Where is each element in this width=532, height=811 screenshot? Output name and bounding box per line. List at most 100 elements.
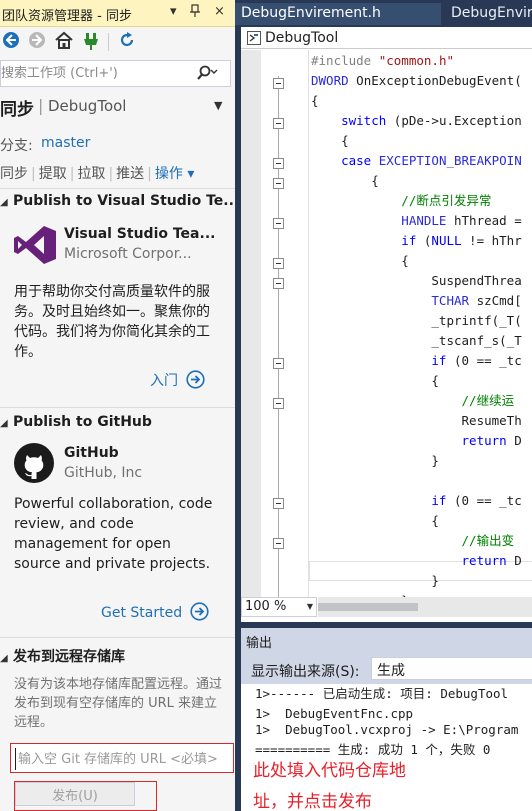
section-divider bbox=[0, 407, 235, 408]
search-icon[interactable] bbox=[196, 65, 218, 85]
output-line: 1>------ 已启动生成: 项目: DebugTool bbox=[255, 686, 509, 701]
chevron-down-icon: ▼ bbox=[306, 602, 313, 611]
forward-icon[interactable] bbox=[28, 31, 50, 53]
refresh-icon[interactable] bbox=[118, 31, 140, 53]
code-line: DWORD OnExceptionDebugEvent( bbox=[311, 73, 522, 88]
collapse-box-icon[interactable] bbox=[273, 158, 284, 169]
header-separator: | bbox=[38, 96, 44, 115]
section-github-title: Publish to GitHub bbox=[13, 414, 152, 430]
collapse-box-icon[interactable] bbox=[273, 398, 284, 409]
scrollbar-thumb[interactable] bbox=[318, 603, 418, 611]
section-vsts[interactable]: ◢ Publish to Visual Studio Te... bbox=[0, 193, 235, 209]
code-line: { bbox=[311, 373, 439, 388]
tab-second-document[interactable]: DebugEnvir bbox=[445, 3, 532, 25]
repository-name[interactable]: DebugTool bbox=[48, 97, 126, 115]
output-line: 1> DebugTool.vcxproj -> E:\Program bbox=[255, 722, 519, 737]
branch-label: 分支: bbox=[0, 138, 33, 154]
collapse-arrow-icon[interactable]: ◢ bbox=[0, 197, 10, 208]
collapse-box-icon[interactable] bbox=[273, 118, 284, 129]
section-remote-title: 发布到远程存储库 bbox=[13, 649, 125, 665]
code-text-area[interactable]: #include "common.h" DWORD OnExceptionDebu… bbox=[309, 50, 532, 610]
fetch-link[interactable]: 提取 bbox=[39, 166, 67, 182]
collapse-box-icon[interactable] bbox=[273, 178, 284, 189]
home-icon[interactable] bbox=[54, 31, 76, 53]
code-line: #include "common.h" bbox=[311, 53, 454, 68]
collapse-arrow-icon[interactable]: ◢ bbox=[0, 653, 10, 664]
back-icon[interactable] bbox=[2, 31, 24, 53]
horizontal-scrollbar[interactable] bbox=[318, 597, 532, 617]
collapse-box-icon[interactable] bbox=[273, 278, 284, 289]
code-line: switch (pDe->u.Exception bbox=[311, 113, 522, 128]
code-line: //继续运 bbox=[311, 393, 515, 408]
provider-name-vsts: Visual Studio Tea... bbox=[64, 226, 216, 242]
team-explorer-title: 团队资源管理器 - 同步 bbox=[2, 9, 132, 24]
search-work-items-box bbox=[0, 60, 231, 87]
code-line: if (0 == _tc bbox=[311, 353, 522, 368]
repository-url-input[interactable] bbox=[15, 748, 229, 770]
code-line: case EXCEPTION_BREAKPOIN bbox=[311, 153, 522, 168]
tab-debug-envirement-h[interactable]: DebugEnvirement.h bbox=[235, 3, 441, 25]
collapse-box-icon[interactable] bbox=[273, 258, 284, 269]
close-icon[interactable]: × bbox=[214, 4, 225, 19]
collapse-box-icon[interactable] bbox=[273, 78, 284, 89]
get-started-github-link[interactable]: Get Started bbox=[101, 602, 209, 625]
window-menu-icon[interactable]: ▾ bbox=[170, 4, 177, 19]
github-description: Powerful collaboration, code review, and… bbox=[14, 496, 213, 572]
code-line: TCHAR szCmd[ bbox=[311, 293, 522, 308]
collapse-box-icon[interactable] bbox=[273, 358, 284, 369]
output-toolbar: 显示输出来源(S): 生成 bbox=[241, 652, 532, 684]
outline-margin bbox=[261, 50, 309, 616]
arrow-right-circle-icon bbox=[190, 602, 209, 625]
output-source-value: 生成 bbox=[377, 663, 405, 679]
code-line: { bbox=[311, 93, 319, 108]
page-title: 同步 bbox=[0, 100, 34, 120]
zoom-dropdown[interactable]: 100 % ▼ bbox=[241, 597, 317, 617]
actions-menu[interactable]: 操作 ▾ bbox=[155, 166, 194, 182]
code-line: //输出变 bbox=[311, 533, 515, 548]
collapse-arrow-icon[interactable]: ◢ bbox=[0, 418, 10, 429]
get-started-vsts-label: 入门 bbox=[150, 373, 178, 389]
github-logo-icon bbox=[14, 443, 54, 487]
provider-name-github: GitHub bbox=[64, 445, 119, 461]
sync-link[interactable]: 同步 bbox=[0, 166, 28, 182]
get-started-vsts-link[interactable]: 入门 bbox=[150, 370, 205, 393]
output-text-area[interactable]: 1>------ 已启动生成: 项目: DebugTool 1> DebugEv… bbox=[241, 684, 532, 811]
section-github[interactable]: ◢ Publish to GitHub bbox=[0, 414, 152, 430]
project-dropdown[interactable]: DebugTool bbox=[265, 30, 338, 46]
collapse-box-icon[interactable] bbox=[273, 218, 284, 229]
code-line: return D bbox=[311, 553, 522, 568]
page-header: 同步 | DebugTool ▼ bbox=[0, 95, 235, 121]
annotation-line-2: 址，并点击发布 bbox=[253, 792, 372, 811]
output-window-title: 输出 bbox=[241, 628, 532, 652]
indicator-margin bbox=[241, 50, 261, 610]
section-publish-remote[interactable]: ◢ 发布到远程存储库 bbox=[0, 646, 125, 666]
collapse-box-icon[interactable] bbox=[273, 538, 284, 549]
code-line: { bbox=[311, 253, 409, 268]
search-input[interactable] bbox=[1, 63, 191, 84]
code-line: { bbox=[311, 173, 379, 188]
connect-icon[interactable] bbox=[82, 31, 104, 53]
code-line: { bbox=[311, 133, 349, 148]
pull-link[interactable]: 拉取 bbox=[77, 166, 105, 182]
collapse-box-icon[interactable] bbox=[273, 498, 284, 509]
output-title: 输出 bbox=[246, 636, 273, 651]
output-source-label: 显示输出来源(S): bbox=[251, 664, 360, 680]
output-source-select[interactable]: 生成 bbox=[371, 657, 532, 680]
branch-link[interactable]: master bbox=[41, 135, 90, 151]
ide-main-area: DebugEnvirement.h DebugEnvir DebugTool #… bbox=[235, 0, 532, 811]
zoom-level: 100 % bbox=[245, 599, 287, 614]
section-divider bbox=[0, 637, 235, 638]
repository-url-highlight bbox=[10, 743, 234, 773]
vsts-description: 用于帮助你交付高质量软件的服务。及时且始终如一。聚焦你的代码。我们将为你简化其余… bbox=[14, 284, 210, 360]
project-icon bbox=[247, 31, 261, 49]
code-line: HANDLE hThread = bbox=[311, 213, 530, 228]
team-explorer-title-bar: 团队资源管理器 - 同步 ▾ × bbox=[0, 0, 235, 27]
get-started-github-label: Get Started bbox=[101, 605, 183, 621]
push-link[interactable]: 推送 bbox=[116, 166, 144, 182]
code-editor: DebugTool #include "common.h" DWORD OnExc… bbox=[241, 27, 532, 622]
pin-icon[interactable] bbox=[190, 4, 200, 21]
code-line: ResumeTh bbox=[311, 413, 522, 428]
publish-button[interactable]: 发布(U) bbox=[15, 782, 135, 806]
section-vsts-title: Publish to Visual Studio Te... bbox=[13, 193, 235, 209]
chevron-down-icon[interactable]: ▼ bbox=[214, 99, 222, 112]
